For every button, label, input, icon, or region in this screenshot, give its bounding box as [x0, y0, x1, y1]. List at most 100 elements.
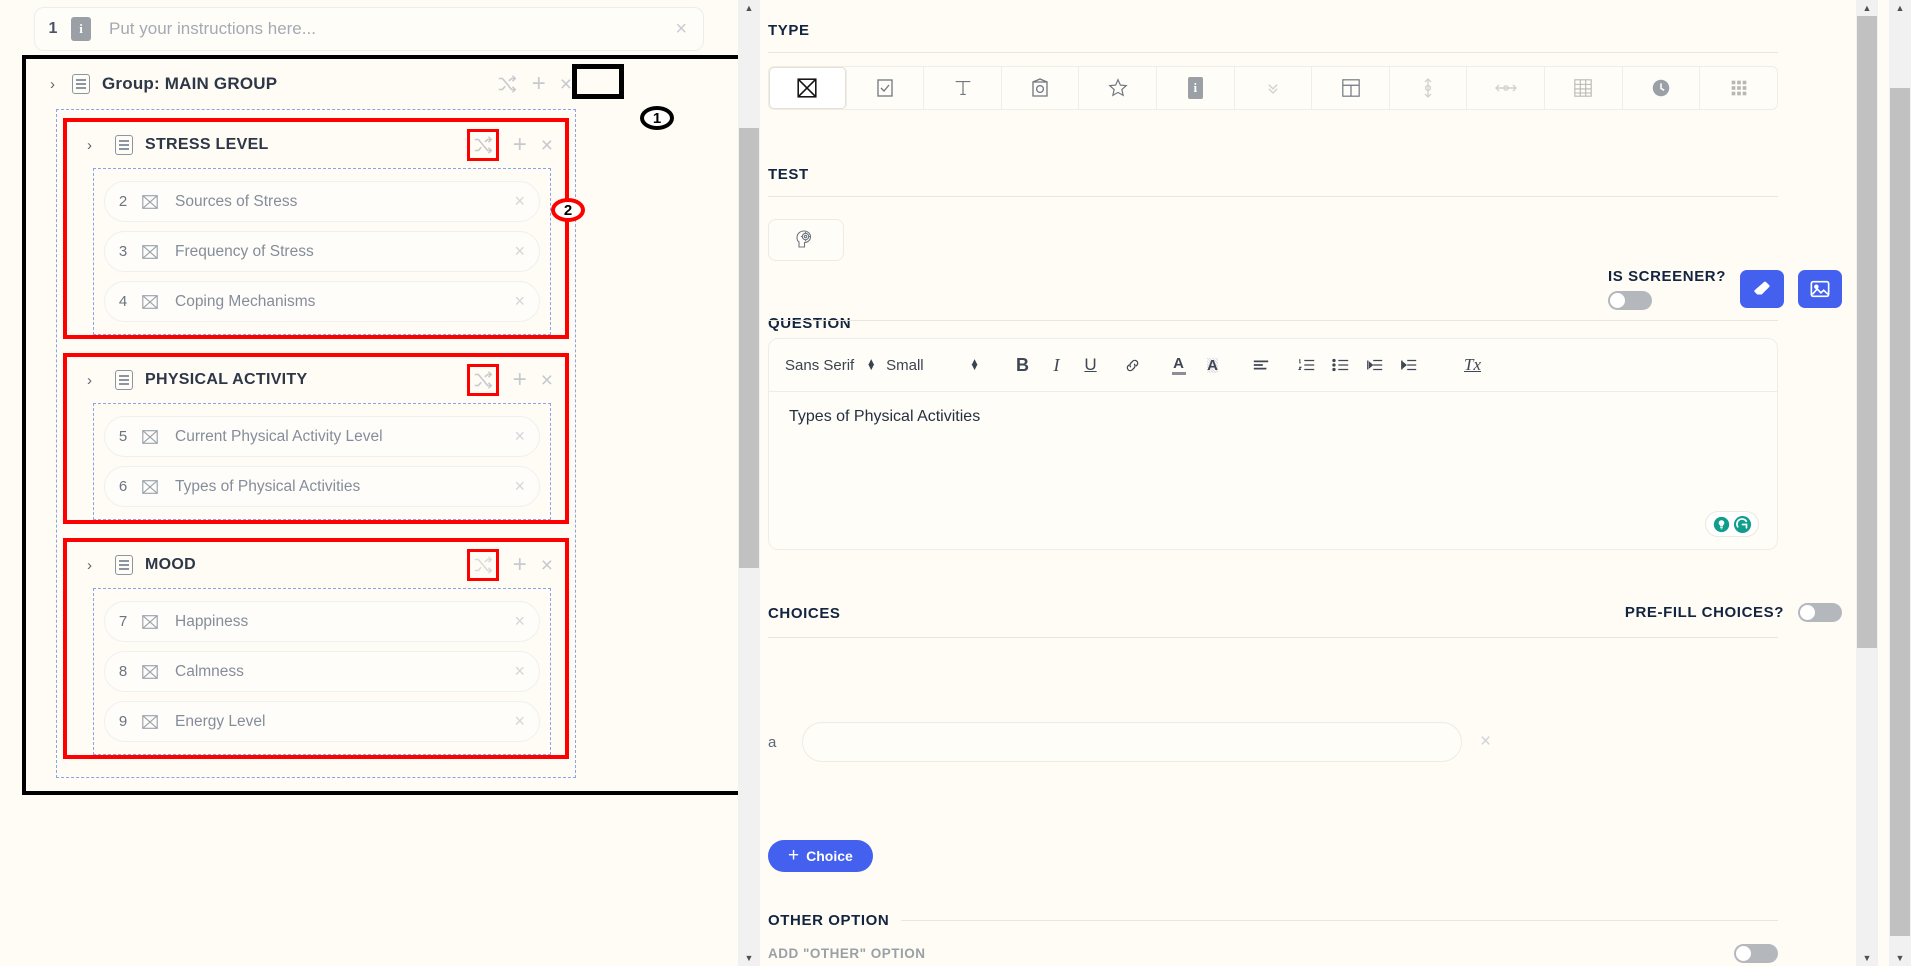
question-label: Coping Mechanisms [175, 292, 316, 310]
scrollbar-thumb[interactable] [1890, 88, 1910, 936]
shuffle-icon[interactable] [466, 129, 499, 161]
chevron-updown-icon[interactable]: ▲ ▼ [866, 357, 876, 373]
bullet-list-icon [1331, 358, 1348, 372]
expand-caret-icon[interactable]: › [87, 372, 109, 389]
type-option-horizontal-slider[interactable] [1467, 67, 1546, 109]
add-icon[interactable]: + [513, 133, 527, 157]
close-icon[interactable]: × [541, 135, 553, 156]
test-brain-button[interactable] [768, 219, 844, 261]
type-option-layout[interactable] [1312, 67, 1390, 109]
close-icon[interactable]: × [514, 241, 525, 262]
table-row[interactable]: 6 Types of Physical Activities × [104, 466, 540, 507]
expand-caret-icon[interactable]: › [87, 137, 109, 154]
type-option-multiple-choice[interactable] [769, 67, 847, 109]
is-screener-toggle[interactable] [1607, 291, 1652, 310]
type-option-dropdown[interactable] [1235, 67, 1313, 109]
close-icon[interactable]: × [514, 191, 525, 212]
add-other-option-row: ADD "OTHER" OPTION [768, 944, 1778, 963]
expand-caret-icon[interactable]: › [50, 76, 72, 93]
scroll-up-icon[interactable]: ▲ [1856, 0, 1878, 16]
expand-caret-icon[interactable]: › [87, 557, 109, 574]
close-icon[interactable]: × [514, 291, 525, 312]
scrollbar-thumb[interactable] [739, 128, 759, 568]
table-row[interactable]: 7 Happiness × [104, 601, 540, 642]
scroll-down-icon[interactable]: ▼ [1856, 950, 1878, 966]
underline-button[interactable]: U [1074, 355, 1108, 375]
table-row[interactable]: 4 Coping Mechanisms × [104, 281, 540, 322]
instruction-close-icon[interactable]: × [675, 18, 687, 41]
clear-formatting-button[interactable]: Tx [1456, 355, 1490, 375]
scroll-down-icon[interactable]: ▼ [1889, 950, 1911, 966]
bold-button[interactable]: B [1006, 355, 1040, 376]
type-option-rating[interactable] [1079, 67, 1158, 109]
add-icon[interactable]: + [532, 72, 546, 96]
section-header[interactable]: › STRESS LEVEL + × [67, 122, 565, 168]
eraser-button[interactable] [1740, 270, 1784, 308]
add-icon[interactable]: + [513, 368, 527, 392]
scroll-down-icon[interactable]: ▼ [738, 950, 760, 966]
scroll-up-icon[interactable]: ▲ [738, 0, 760, 16]
add-other-option-toggle[interactable] [1734, 944, 1778, 963]
shuffle-icon[interactable] [466, 549, 499, 581]
grammarly-widget[interactable] [1705, 511, 1759, 537]
question-label: Frequency of Stress [175, 242, 314, 260]
outdent-button[interactable] [1358, 357, 1392, 373]
indent-button[interactable] [1392, 357, 1426, 373]
section-header[interactable]: › PHYSICAL ACTIVITY + × [67, 357, 565, 403]
left-panel-scrollbar[interactable]: ▲ ▼ [738, 0, 760, 966]
scroll-up-icon[interactable]: ▲ [1889, 0, 1911, 16]
text-color-button[interactable]: A [1162, 356, 1196, 375]
font-size-select[interactable]: Small [886, 357, 924, 374]
indent-icon [1400, 359, 1416, 371]
shuffle-icon[interactable] [466, 364, 499, 396]
chevron-updown-icon[interactable]: ▲ ▼ [970, 357, 980, 373]
instruction-placeholder[interactable]: Put your instructions here... [109, 19, 316, 39]
table-row[interactable]: 8 Calmness × [104, 651, 540, 692]
bullet-list-button[interactable] [1324, 357, 1358, 373]
close-icon[interactable]: × [514, 661, 525, 682]
table-row[interactable]: 9 Energy Level × [104, 701, 540, 742]
close-icon[interactable]: × [514, 711, 525, 732]
instruction-row[interactable]: 1 i Put your instructions here... × [34, 7, 704, 51]
table-row[interactable]: 5 Current Physical Activity Level × [104, 416, 540, 457]
type-option-text[interactable] [924, 67, 1002, 109]
table-row[interactable]: 2 Sources of Stress × [104, 181, 540, 222]
shuffle-icon[interactable] [496, 73, 518, 95]
page-scrollbar[interactable]: ▲ ▼ [1889, 0, 1911, 966]
main-group-header[interactable]: › Group: MAIN GROUP + × [30, 59, 590, 109]
close-icon[interactable]: × [1480, 731, 1491, 753]
question-text-editor[interactable]: Types of Physical Activities [768, 392, 1778, 550]
ordered-list-button[interactable] [1290, 357, 1324, 373]
question-number: 9 [118, 713, 128, 730]
type-option-info[interactable]: i [1157, 67, 1235, 109]
font-family-select[interactable]: Sans Serif [785, 357, 854, 374]
section-doc-icon [115, 370, 133, 390]
type-option-clock[interactable] [1623, 67, 1701, 109]
close-icon[interactable]: × [560, 74, 572, 95]
italic-button[interactable]: I [1040, 355, 1074, 376]
inner-panel-scrollbar[interactable]: ▲ ▼ [1856, 0, 1878, 966]
question-number: 4 [118, 293, 128, 310]
type-option-checkbox[interactable] [847, 67, 925, 109]
add-icon[interactable]: + [513, 553, 527, 577]
scrollbar-thumb[interactable] [1857, 16, 1877, 648]
type-option-vertical-slider[interactable] [1390, 67, 1468, 109]
close-icon[interactable]: × [514, 426, 525, 447]
close-icon[interactable]: × [541, 370, 553, 391]
add-choice-button[interactable]: + Choice [768, 840, 873, 872]
insert-image-button[interactable] [1798, 270, 1842, 308]
close-icon[interactable]: × [514, 611, 525, 632]
close-icon[interactable]: × [541, 555, 553, 576]
choice-input[interactable] [802, 722, 1462, 762]
type-option-grid-dots[interactable] [1700, 67, 1777, 109]
link-button[interactable] [1116, 357, 1150, 374]
choice-row-a: a × [768, 722, 1778, 762]
section-header[interactable]: › MOOD + × [67, 542, 565, 588]
table-row[interactable]: 3 Frequency of Stress × [104, 231, 540, 272]
type-option-spreadsheet[interactable] [1545, 67, 1623, 109]
type-option-camera[interactable] [1002, 67, 1080, 109]
align-button[interactable] [1244, 358, 1278, 372]
prefill-choices-toggle[interactable] [1798, 603, 1842, 622]
close-icon[interactable]: × [514, 476, 525, 497]
highlight-color-button[interactable]: A [1196, 357, 1230, 373]
